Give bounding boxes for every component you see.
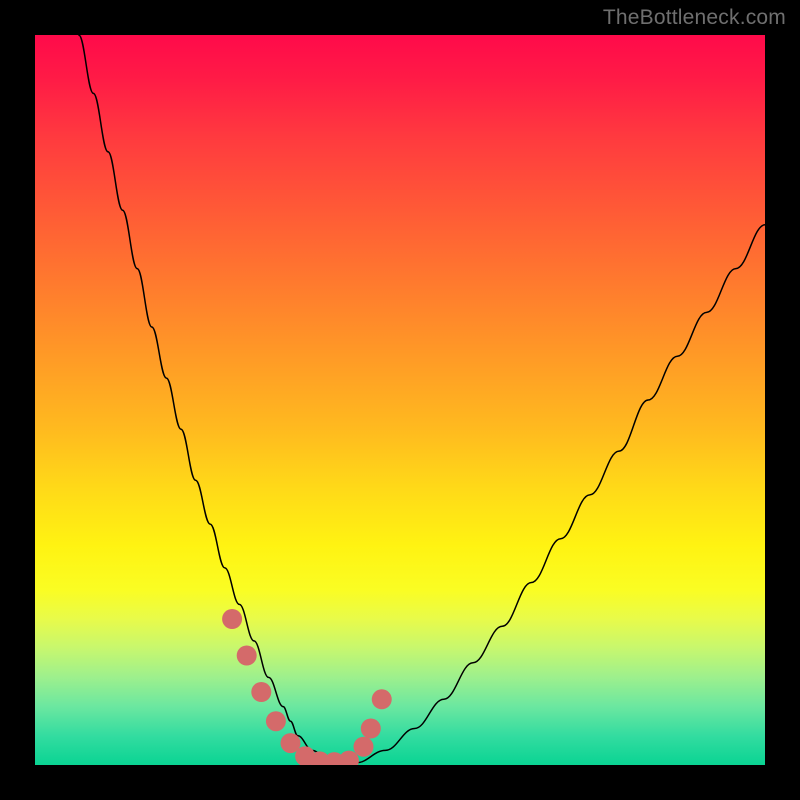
highlight-dot xyxy=(237,646,257,666)
curve-layer xyxy=(35,35,765,765)
highlight-dot xyxy=(266,711,286,731)
bottleneck-curve-path xyxy=(79,35,765,764)
highlight-dot xyxy=(361,719,381,739)
highlight-dot xyxy=(251,682,271,702)
watermark-text: TheBottleneck.com xyxy=(603,6,786,30)
highlight-dot xyxy=(222,609,242,629)
highlight-dot xyxy=(354,737,374,757)
chart-frame: TheBottleneck.com xyxy=(0,0,800,800)
highlight-dot xyxy=(372,689,392,709)
plot-area xyxy=(35,35,765,765)
